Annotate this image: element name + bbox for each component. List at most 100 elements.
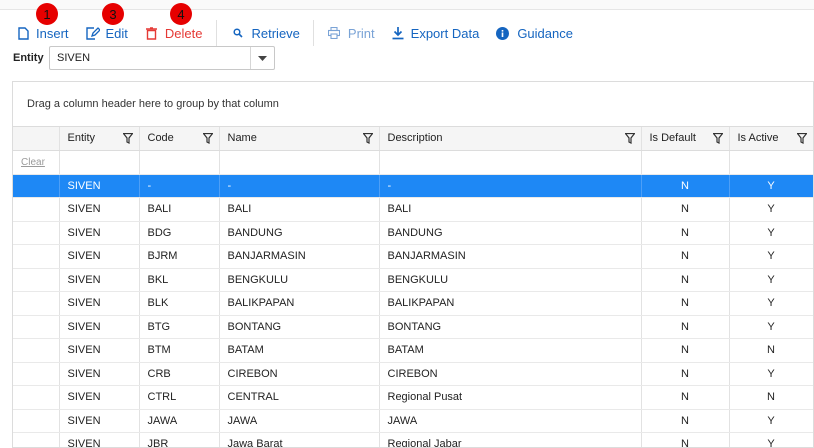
clear-filters-link[interactable]: Clear [21,157,45,168]
cell-is-active[interactable]: Y [729,197,813,222]
cell-entity[interactable]: SIVEN [59,315,140,339]
cell-is-active[interactable]: Y [729,291,813,316]
table-row[interactable]: SIVEN JAWA JAWA JAWA N Y [13,409,813,433]
filter-icon[interactable] [202,132,213,144]
cell-code[interactable]: BDG [139,221,220,245]
entity-select[interactable]: SIVEN [49,46,275,70]
table-row[interactable]: SIVEN BALI BALI BALI N Y [13,197,813,222]
table-row[interactable]: SIVEN BDG BANDUNG BANDUNG N Y [13,221,813,245]
table-row[interactable]: SIVEN BKL BENGKULU BENGKULU N Y [13,268,813,292]
cell-description[interactable]: CIREBON [379,362,642,386]
cell-description[interactable]: BANJARMASIN [379,244,642,269]
row-indicator-cell[interactable] [13,268,60,292]
cell-description[interactable]: BATAM [379,338,642,363]
row-indicator-cell[interactable] [13,385,60,410]
cell-is-active[interactable]: Y [729,268,813,292]
cell-code[interactable]: BKL [139,268,220,292]
filter-icon[interactable] [362,132,373,144]
filter-cell-name[interactable] [219,150,380,175]
cell-description[interactable]: - [379,174,642,198]
table-row[interactable]: SIVEN JBR Jawa Barat Regional Jabar N Y [13,432,813,447]
cell-entity[interactable]: SIVEN [59,197,140,222]
cell-description[interactable]: BALIKPAPAN [379,291,642,316]
cell-name[interactable]: CIREBON [219,362,380,386]
cell-description[interactable]: Regional Jabar [379,432,642,447]
cell-name[interactable]: JAWA [219,409,380,433]
filter-cell-description[interactable] [379,150,642,175]
cell-name[interactable]: - [219,174,380,198]
table-row[interactable]: SIVEN BJRM BANJARMASIN BANJARMASIN N Y [13,244,813,269]
row-indicator-cell[interactable] [13,244,60,269]
row-indicator-cell[interactable] [13,362,60,386]
cell-is-default[interactable]: N [641,244,730,269]
cell-name[interactable]: BANDUNG [219,221,380,245]
cell-is-default[interactable]: N [641,174,730,198]
cell-name[interactable]: BENGKULU [219,268,380,292]
table-row[interactable]: SIVEN BTM BATAM BATAM N N [13,338,813,363]
row-indicator-cell[interactable] [13,197,60,222]
table-row[interactable]: SIVEN BLK BALIKPAPAN BALIKPAPAN N Y [13,291,813,316]
row-indicator-cell[interactable] [13,174,60,198]
cell-name[interactable]: BANJARMASIN [219,244,380,269]
cell-code[interactable]: - [139,174,220,198]
cell-code[interactable]: JBR [139,432,220,447]
cell-is-default[interactable]: N [641,409,730,433]
table-row[interactable]: SIVEN BTG BONTANG BONTANG N Y [13,315,813,339]
table-row[interactable]: SIVEN CRB CIREBON CIREBON N Y [13,362,813,386]
chevron-down-icon[interactable] [250,47,274,69]
cell-description[interactable]: BANDUNG [379,221,642,245]
cell-is-default[interactable]: N [641,268,730,292]
row-indicator-cell[interactable] [13,315,60,339]
cell-description[interactable]: Regional Pusat [379,385,642,410]
cell-is-default[interactable]: N [641,221,730,245]
cell-is-active[interactable]: N [729,385,813,410]
cell-is-active[interactable]: Y [729,244,813,269]
cell-is-default[interactable]: N [641,362,730,386]
retrieve-button[interactable]: Retrieve [232,20,300,46]
column-header-name[interactable]: Name [219,127,380,151]
cell-is-active[interactable]: Y [729,315,813,339]
row-indicator-cell[interactable] [13,432,60,447]
cell-description[interactable]: JAWA [379,409,642,433]
cell-is-default[interactable]: N [641,197,730,222]
column-header-is-default[interactable]: Is Default [641,127,730,151]
cell-is-default[interactable]: N [641,432,730,447]
row-indicator-cell[interactable] [13,409,60,433]
filter-cell-entity[interactable] [59,150,140,175]
cell-is-default[interactable]: N [641,338,730,363]
cell-code[interactable]: CRB [139,362,220,386]
filter-cell-is-active[interactable] [729,150,813,175]
table-row[interactable]: SIVEN - - - N Y [13,174,813,198]
cell-code[interactable]: BTM [139,338,220,363]
cell-code[interactable]: CTRL [139,385,220,410]
cell-is-active[interactable]: Y [729,221,813,245]
table-row[interactable]: SIVEN CTRL CENTRAL Regional Pusat N N [13,385,813,410]
cell-code[interactable]: BJRM [139,244,220,269]
cell-entity[interactable]: SIVEN [59,291,140,316]
cell-code[interactable]: BLK [139,291,220,316]
cell-code[interactable]: BTG [139,315,220,339]
cell-code[interactable]: BALI [139,197,220,222]
cell-entity[interactable]: SIVEN [59,174,140,198]
row-indicator-cell[interactable] [13,338,60,363]
row-indicator-cell[interactable] [13,221,60,245]
filter-cell-code[interactable] [139,150,220,175]
cell-is-default[interactable]: N [641,385,730,410]
column-header-description[interactable]: Description [379,127,642,151]
filter-icon[interactable] [712,132,723,144]
filter-icon[interactable] [122,132,133,144]
cell-entity[interactable]: SIVEN [59,221,140,245]
cell-description[interactable]: BENGKULU [379,268,642,292]
cell-is-default[interactable]: N [641,315,730,339]
guidance-button[interactable]: Guidance [496,20,573,46]
column-header-is-active[interactable]: Is Active [729,127,813,151]
cell-entity[interactable]: SIVEN [59,362,140,386]
edit-button[interactable]: Edit [85,20,128,46]
column-header-code[interactable]: Code [139,127,220,151]
filter-icon[interactable] [796,132,807,144]
clear-filter-cell[interactable]: Clear [13,150,60,175]
cell-is-active[interactable]: N [729,338,813,363]
cell-is-active[interactable]: Y [729,432,813,447]
filter-cell-is-default[interactable] [641,150,730,175]
cell-description[interactable]: BONTANG [379,315,642,339]
